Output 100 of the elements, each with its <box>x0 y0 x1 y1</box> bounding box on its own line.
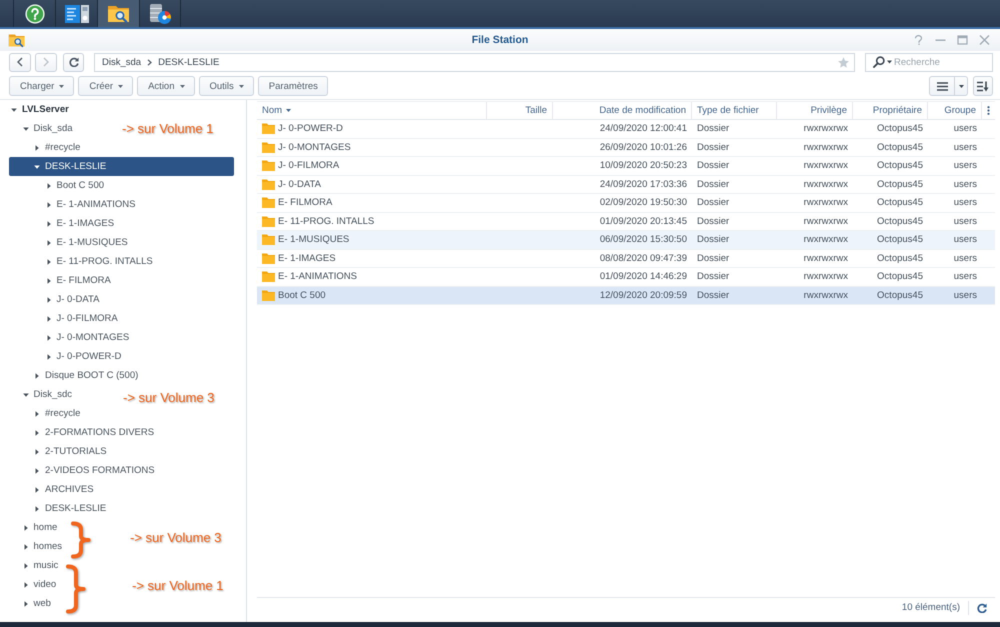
tree-item[interactable]: J- 0-DATA <box>46 290 102 309</box>
tree-item[interactable]: 2-TUTORIALS <box>34 442 109 461</box>
breadcrumb-link[interactable]: Disk_sda <box>102 56 142 68</box>
table-cell-text: Octopus45 <box>876 197 924 208</box>
table-row[interactable]: J- 0-FILMORA 10/09/2020 20:50:23 Dossier rwxrwxrwx Octopus45 users <box>257 157 995 176</box>
path-field[interactable]: Disk_sda DESK-LESLIE <box>94 52 855 72</box>
column-header[interactable]: Groupe <box>928 102 982 119</box>
tree-item[interactable]: video <box>22 575 58 594</box>
caret-right-icon[interactable] <box>46 334 52 340</box>
tree-item[interactable]: Disk_sda <box>22 119 75 138</box>
tree-item[interactable]: DESK-LESLIE <box>9 157 234 176</box>
folder-icon <box>262 197 275 208</box>
caret-right-icon[interactable] <box>22 544 28 550</box>
table-row[interactable]: E- 1-MUSIQUES 06/09/2020 15:30:50 Dossier rwxrwxrwx Octopus45 users <box>257 231 995 250</box>
breadcrumb-link[interactable]: DESK-LESLIE <box>158 56 220 68</box>
table-cell-text: Dossier <box>696 234 730 246</box>
tree-item[interactable]: music <box>22 556 60 575</box>
table-cell-text: 08/08/2020 09:47:39 <box>598 252 688 264</box>
tree-item[interactable]: E- 1-MUSIQUES <box>46 233 130 252</box>
table-cell-text: Dossier <box>696 290 730 301</box>
caret-right-icon[interactable] <box>34 410 40 416</box>
caret-down-icon[interactable] <box>11 106 17 112</box>
caret-right-icon[interactable] <box>22 562 28 568</box>
column-menu-icon[interactable] <box>987 106 990 115</box>
column-header[interactable]: Type de fichier <box>692 102 777 119</box>
table-cell-text: Dossier <box>696 197 730 208</box>
tree-item[interactable]: J- 0-POWER-D <box>46 347 124 366</box>
caret-right-icon[interactable] <box>22 600 28 606</box>
tree-item[interactable]: E- 1-ANIMATIONS <box>46 195 138 214</box>
table-row[interactable]: Boot C 500 12/09/2020 20:09:59 Dossier rwxrwxrwx Octopus45 users <box>257 286 995 305</box>
tree-item[interactable]: E- 1-IMAGES <box>46 214 116 233</box>
tree-item[interactable]: home <box>22 518 60 537</box>
tree-item[interactable]: homes <box>22 537 64 556</box>
table-row[interactable]: J- 0-DATA 24/09/2020 17:03:36 Dossier rwxrwxrwx Octopus45 users <box>257 176 995 194</box>
tree-item[interactable]: LVLServer <box>11 100 71 119</box>
caret-right-icon[interactable] <box>46 202 52 208</box>
table-cell-text: Dossier <box>696 142 730 153</box>
caret-down-icon[interactable] <box>22 126 28 132</box>
tree-item[interactable]: E- FILMORA <box>46 271 113 290</box>
tree-item[interactable]: #recycle <box>34 404 82 423</box>
star-icon[interactable] <box>838 56 849 68</box>
refresh-button[interactable] <box>977 602 987 612</box>
column-header[interactable]: Taille <box>487 102 553 119</box>
caret-down-icon[interactable] <box>22 392 28 398</box>
tree-item[interactable]: Boot C 500 <box>46 176 106 195</box>
refresh-icon <box>977 602 987 612</box>
caret-right-icon[interactable] <box>34 506 40 512</box>
caret-right-icon[interactable] <box>34 430 40 436</box>
caret-right-icon[interactable] <box>46 296 52 302</box>
caret-right-icon[interactable] <box>34 372 40 378</box>
toolbar-button[interactable]: Paramètres <box>258 76 328 96</box>
back-button[interactable] <box>9 52 31 72</box>
caret-right-icon[interactable] <box>34 486 40 492</box>
tree-item[interactable]: 2-FORMATIONS DIVERS <box>34 423 156 442</box>
tree-item[interactable]: J- 0-MONTAGES <box>46 328 132 347</box>
toolbar-button[interactable]: Action <box>137 76 194 96</box>
caret-right-icon[interactable] <box>34 144 40 150</box>
caret-down-icon[interactable] <box>34 164 40 170</box>
column-header[interactable]: Privilège <box>777 102 853 119</box>
tree-item[interactable]: J- 0-FILMORA <box>46 309 120 328</box>
table-row[interactable]: E- 1-IMAGES 08/08/2020 09:47:39 Dossier rwxrwxrwx Octopus45 users <box>257 250 995 268</box>
table-cell-text: users <box>952 290 978 301</box>
tree-item[interactable]: Disque BOOT C (500) <box>34 366 140 385</box>
tree-item[interactable]: 2-VIDEOS FORMATIONS <box>34 461 157 480</box>
tree-item[interactable]: #recycle <box>34 138 82 157</box>
column-header[interactable]: Date de modification <box>553 102 692 119</box>
column-header[interactable]: Propriétaire <box>853 102 928 119</box>
folder-icon <box>262 234 275 246</box>
caret-right-icon[interactable] <box>46 240 52 246</box>
caret-down-icon <box>887 60 892 64</box>
column-header[interactable]: Nom <box>257 102 487 119</box>
caret-right-icon[interactable] <box>34 468 40 474</box>
tree-item[interactable]: web <box>22 594 53 613</box>
caret-right-icon[interactable] <box>46 258 52 264</box>
table-row[interactable]: J- 0-MONTAGES 26/09/2020 10:01:26 Dossier rwxrwxrwx Octopus45 users <box>257 138 995 157</box>
tree-item[interactable]: E- 11-PROG. INTALLS <box>46 252 155 271</box>
toolbar-button[interactable]: Créer <box>78 76 134 96</box>
tree-item[interactable]: Disk_sdc <box>22 385 74 404</box>
taskbar-button[interactable] <box>139 0 181 27</box>
item-count: 10 élément(s) <box>902 602 960 613</box>
caret-right-icon[interactable] <box>46 354 52 360</box>
toolbar-button[interactable]: Charger <box>9 76 74 96</box>
table-row[interactable]: E- FILMORA 02/09/2020 19:50:30 Dossier rwxrwxrwx Octopus45 users <box>257 194 995 212</box>
caret-right-icon[interactable] <box>46 220 52 226</box>
toolbar-button[interactable]: Outils <box>198 76 254 96</box>
caret-right-icon[interactable] <box>22 582 28 588</box>
tree-item[interactable]: DESK-LESLIE <box>34 499 108 518</box>
caret-right-icon[interactable] <box>46 182 52 188</box>
caret-right-icon[interactable] <box>46 278 52 284</box>
view-menu-button[interactable] <box>955 76 968 96</box>
taskbar-button[interactable] <box>97 0 139 27</box>
caret-right-icon[interactable] <box>46 316 52 322</box>
window-title: File Station <box>472 34 528 46</box>
list-view-button[interactable] <box>929 76 955 96</box>
tree-item[interactable]: ARCHIVES <box>34 480 96 499</box>
caret-right-icon[interactable] <box>34 448 40 454</box>
sort-button[interactable] <box>973 76 993 96</box>
caret-right-icon[interactable] <box>22 524 28 530</box>
table-cell-text: rwxrwxrwx <box>802 160 849 172</box>
table-row[interactable]: J- 0-POWER-D 24/09/2020 12:00:41 Dossier rwxrwxrwx Octopus45 users <box>257 120 995 138</box>
